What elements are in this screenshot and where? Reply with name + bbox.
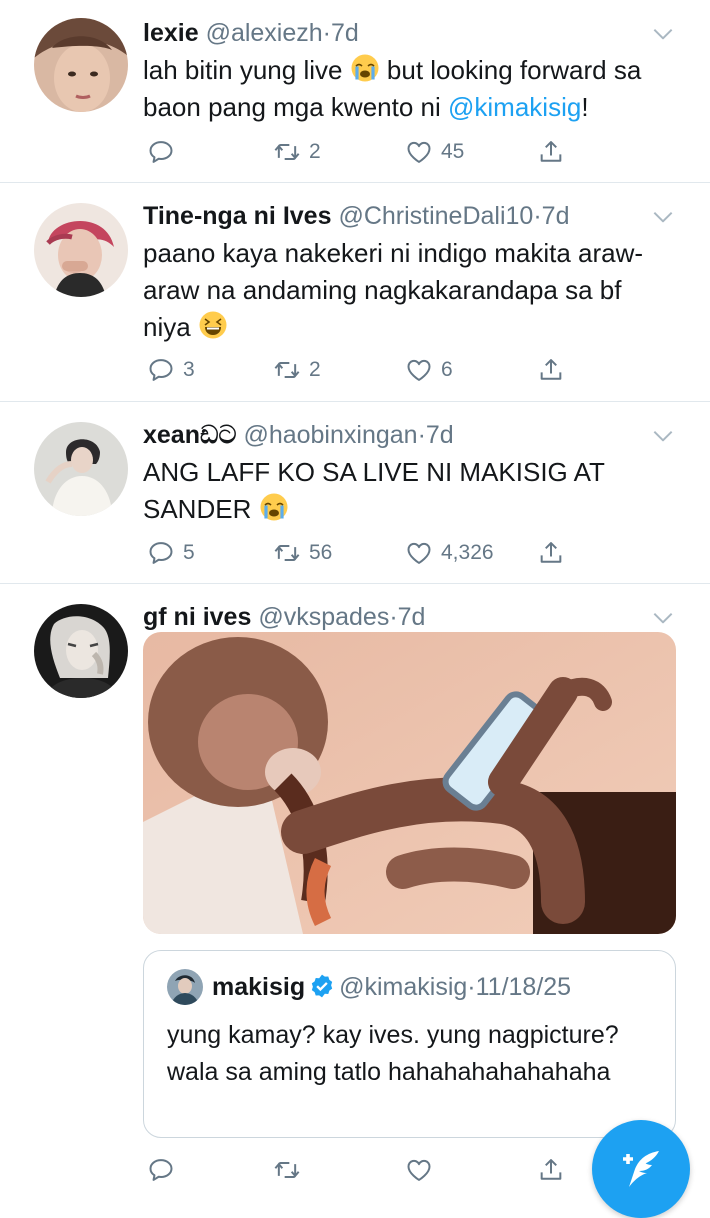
chevron-down-icon[interactable] (650, 204, 676, 230)
tweet-text: lah bitin yung live but looking forward … (143, 52, 674, 126)
tweet[interactable]: lexie @alexiezh·7d lah bitin yung live b… (0, 0, 710, 183)
avatar-image (34, 18, 128, 112)
tweet-text: ANG LAFF KO SA LIVE NI MAKISIG AT SANDER (143, 454, 674, 528)
reply-count: 3 (183, 358, 195, 381)
quoted-author-name[interactable]: makisig (212, 973, 305, 1001)
like-icon (405, 1156, 433, 1184)
share-button[interactable] (537, 135, 565, 169)
tweet-text-part: ! (581, 92, 589, 122)
retweet-button[interactable]: 2 (273, 135, 321, 169)
chevron-down-icon[interactable] (650, 423, 676, 449)
tweet-media[interactable] (143, 632, 676, 934)
share-icon (537, 138, 565, 166)
share-icon (537, 539, 565, 567)
share-button[interactable] (537, 536, 565, 570)
reply-icon (147, 539, 175, 567)
tweet[interactable]: Tine-nga ni Ives @ChristineDali10·7d paa… (0, 183, 710, 402)
monkey-using-phone-image (143, 632, 676, 934)
like-count: 6 (441, 358, 453, 381)
retweet-count: 56 (309, 541, 333, 564)
reply-button[interactable] (147, 135, 183, 169)
crying-face-emoji (350, 53, 380, 83)
author-name[interactable]: gf ni ives (143, 603, 251, 631)
reply-count: 5 (183, 541, 195, 564)
like-button[interactable] (405, 1153, 441, 1187)
quoted-timestamp: 11/18/25 (475, 973, 572, 1001)
like-button[interactable]: 45 (405, 135, 464, 169)
crying-face-emoji (259, 492, 289, 522)
tweet-text: paano kaya nakekeri ni indigo makita ara… (143, 235, 674, 346)
reply-icon (147, 138, 175, 166)
like-icon (405, 539, 433, 567)
avatar[interactable] (34, 203, 128, 297)
avatar[interactable] (34, 18, 128, 112)
separator: · (417, 421, 426, 449)
separator: · (467, 973, 476, 1001)
like-icon (405, 138, 433, 166)
share-button[interactable] (537, 353, 565, 387)
reply-icon (147, 356, 175, 384)
timestamp[interactable]: 7d (542, 202, 570, 230)
share-icon (537, 356, 565, 384)
compose-tweet-button[interactable] (592, 1120, 690, 1218)
retweet-icon (273, 539, 301, 567)
avatar[interactable] (34, 604, 128, 698)
like-button[interactable]: 4,326 (405, 536, 494, 570)
retweet-icon (273, 356, 301, 384)
reply-button[interactable] (147, 1153, 183, 1187)
grinning-squinting-face-emoji (198, 310, 228, 340)
retweet-button[interactable] (273, 1153, 309, 1187)
quoted-author-handle[interactable]: @kimakisig (339, 973, 467, 1001)
timestamp[interactable]: 7d (331, 19, 359, 47)
retweet-count: 2 (309, 140, 321, 163)
avatar[interactable] (167, 969, 203, 1005)
like-button[interactable]: 6 (405, 353, 453, 387)
avatar[interactable] (34, 422, 128, 516)
chevron-down-icon[interactable] (650, 21, 676, 47)
chevron-down-icon[interactable] (650, 605, 676, 631)
retweet-icon (273, 1156, 301, 1184)
reply-button[interactable]: 3 (147, 353, 195, 387)
retweet-count: 2 (309, 358, 321, 381)
quoted-tweet-text: yung kamay? kay ives. yung nagpicture? w… (167, 1021, 619, 1086)
tweet-text-part: ANG LAFF KO SA LIVE NI MAKISIG AT SANDER (143, 457, 605, 524)
avatar-image (167, 969, 203, 1005)
retweet-button[interactable]: 56 (273, 536, 332, 570)
separator: · (322, 19, 331, 47)
like-icon (405, 356, 433, 384)
share-button[interactable] (537, 1153, 565, 1187)
author-name[interactable]: xeanඩට (143, 421, 236, 449)
author-name[interactable]: lexie (143, 19, 199, 47)
author-handle[interactable]: @vkspades (258, 603, 389, 631)
avatar-image (34, 203, 128, 297)
author-handle[interactable]: @haobinxingan (243, 421, 417, 449)
author-name[interactable]: Tine-nga ni Ives (143, 202, 331, 230)
retweet-button[interactable]: 2 (273, 353, 321, 387)
avatar-image (34, 422, 128, 516)
mention-link[interactable]: @kimakisig (448, 92, 581, 122)
quoted-tweet[interactable]: makisig @kimakisig·11/18/25 yung kamay? k… (143, 950, 676, 1138)
reply-button[interactable]: 5 (147, 536, 195, 570)
reply-icon (147, 1156, 175, 1184)
compose-tweet-icon (623, 1151, 659, 1187)
author-handle[interactable]: @ChristineDali10 (338, 202, 533, 230)
like-count: 45 (441, 140, 465, 163)
avatar-image (34, 604, 128, 698)
retweet-icon (273, 138, 301, 166)
tweet-text-part: lah bitin yung live (143, 55, 350, 85)
timestamp[interactable]: 7d (398, 603, 426, 631)
separator: · (533, 202, 542, 230)
timestamp[interactable]: 7d (426, 421, 454, 449)
author-handle[interactable]: @alexiezh (206, 19, 323, 47)
verified-icon (311, 974, 333, 998)
like-count: 4,326 (441, 541, 494, 564)
share-icon (537, 1156, 565, 1184)
tweet[interactable]: xeanඩට @haobinxingan·7d ANG LAFF KO SA L… (0, 402, 710, 584)
separator: · (389, 603, 398, 631)
